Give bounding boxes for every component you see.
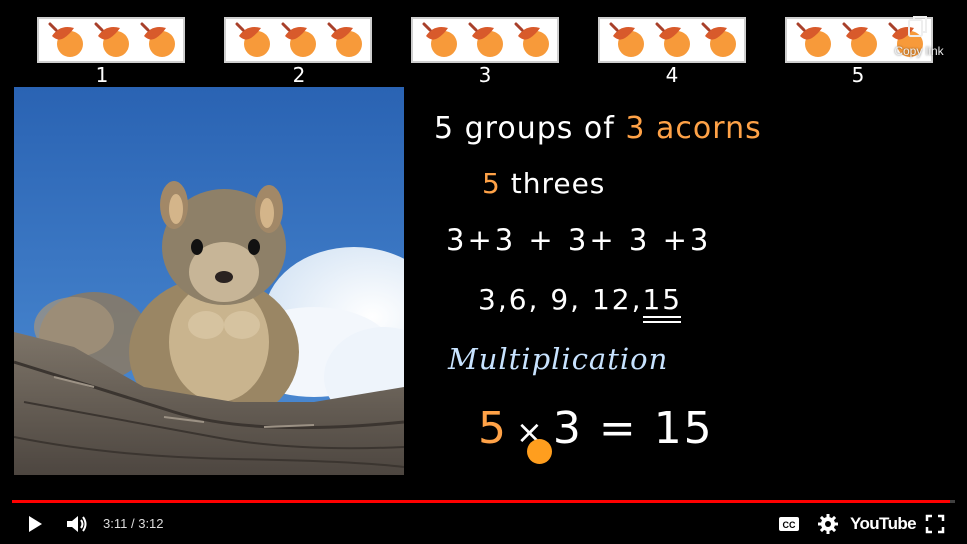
acorn-icon [609,22,644,57]
cc-icon: CC [779,517,799,531]
acorn-icon [842,22,877,57]
acorn-icon [281,22,316,57]
notes-line-skip-count: 3,6, 9, 12,15 [478,283,682,323]
play-icon [29,516,42,532]
notes-line-multiplication: Multiplication [448,342,669,376]
play-button[interactable] [20,510,50,538]
group-label-3: 3 [478,63,492,87]
acorn-icon [94,22,129,57]
progress-bar[interactable] [12,500,955,503]
copy-icon [908,16,927,37]
lesson-notes: 5 groups of 3 acorns 5 threes 3+3 + 3+ 3… [420,95,940,480]
acorn-group-4 [598,17,746,63]
acorn-group-3 [411,17,559,63]
acorn-icon [422,22,457,57]
youtube-label: YouTube [850,514,917,533]
notes-line-equation: 5 × 3 = 15 [478,403,714,454]
svg-text:CC: CC [783,520,796,530]
acorn-group-1 [37,17,185,63]
acorn-icon [514,22,549,57]
control-bar: 3:11 / 3:12 CC YouTube [0,506,967,542]
acorn-icon [48,22,83,57]
notes-line-addition: 3+3 + 3+ 3 +3 [446,223,712,257]
copy-link-button[interactable]: Copy link [886,14,952,62]
fullscreen-button[interactable] [920,510,950,538]
group-label-1: 1 [95,63,109,87]
squirrel-photo [14,87,404,475]
current-time: 3:11 [103,516,128,531]
acorn-icon [140,22,175,57]
notes-line-threes: 5 threes [482,167,606,200]
duration: 3:12 [138,516,164,531]
group-label-2: 2 [292,63,306,87]
acorn-icon [468,22,503,57]
time-display: 3:11 / 3:12 [103,516,164,532]
progress-played [12,500,951,503]
acorn-icon [655,22,690,57]
acorn-icon [701,22,736,57]
acorn-icon [235,22,270,57]
group-label-4: 4 [665,63,679,87]
notes-line-groups: 5 groups of 3 acorns [434,111,762,146]
acorn-icon [327,22,362,57]
video-player[interactable]: 1 2 3 4 5 Copy link 5 groups of 3 acorns… [0,0,967,544]
acorn-group-2 [224,17,372,63]
group-label-5: 5 [851,63,865,87]
time-separator: / [130,516,135,531]
volume-icon [67,516,87,532]
copy-link-label: Copy link [894,44,944,58]
pen-cursor [527,439,552,464]
gear-icon [818,514,838,534]
volume-button[interactable] [62,510,92,538]
fullscreen-icon [925,514,945,534]
acorn-icon [796,22,831,57]
captions-button[interactable]: CC [775,510,803,538]
settings-button[interactable] [814,510,842,538]
acorn-groups: 1 2 3 4 5 [0,0,967,92]
youtube-logo-button[interactable]: YouTube [850,510,917,538]
